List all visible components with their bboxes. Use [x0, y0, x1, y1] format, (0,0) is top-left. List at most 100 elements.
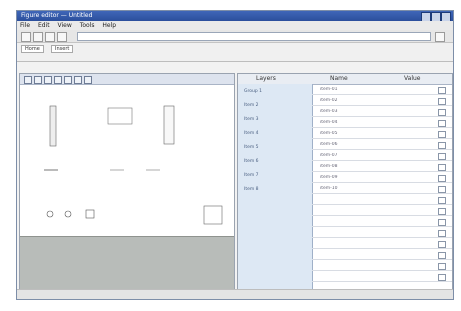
shape-2[interactable] [107, 107, 133, 125]
drawing-toolbar [20, 74, 234, 85]
row-checkbox[interactable] [438, 186, 446, 193]
table-row[interactable] [312, 229, 452, 238]
cell-b [382, 197, 432, 203]
shape-3[interactable] [163, 105, 175, 145]
layer-item[interactable]: Item 2 [244, 102, 310, 110]
row-checkbox[interactable] [438, 164, 446, 171]
menu-tools[interactable]: Tools [77, 21, 98, 30]
menu-view[interactable]: View [55, 21, 75, 30]
ellipse-icon[interactable] [54, 76, 62, 84]
circle-1[interactable] [46, 210, 54, 218]
cell-a [320, 241, 378, 247]
cell-b [382, 98, 432, 104]
cell-b [382, 87, 432, 93]
tab-insert[interactable]: Insert [51, 45, 74, 53]
row-checkbox[interactable] [438, 263, 446, 270]
table-row[interactable] [312, 262, 452, 271]
forward-icon[interactable] [33, 32, 43, 42]
cell-a: item-01 [320, 87, 338, 92]
go-icon[interactable] [435, 32, 445, 42]
print-icon[interactable] [57, 32, 67, 42]
shape-1[interactable] [49, 105, 57, 147]
row-checkbox[interactable] [438, 208, 446, 215]
row-checkbox[interactable] [438, 142, 446, 149]
title-bar: Figure editor — Untitled [17, 11, 453, 22]
cell-a: item-04 [320, 120, 338, 125]
cell-b [382, 230, 432, 236]
cell-b [382, 120, 432, 126]
layers-list: Group 1 Item 2 Item 3 Item 4 Item 5 Item… [238, 84, 313, 289]
ribbon: Home Insert [17, 43, 453, 62]
table-row[interactable]: item-02 [312, 97, 452, 106]
table-pane: Layers Name Value Group 1 Item 2 Item 3 … [237, 73, 453, 290]
row-checkbox[interactable] [438, 98, 446, 105]
table-row[interactable]: item-08 [312, 163, 452, 172]
header-left: Layers [256, 75, 276, 82]
rect-icon[interactable] [44, 76, 52, 84]
menu-edit[interactable]: Edit [35, 21, 53, 30]
row-checkbox[interactable] [438, 175, 446, 182]
cell-b [382, 241, 432, 247]
row-checkbox[interactable] [438, 109, 446, 116]
table-row[interactable] [312, 207, 452, 216]
line-icon[interactable] [34, 76, 42, 84]
pointer-icon[interactable] [24, 76, 32, 84]
cell-b [382, 109, 432, 115]
row-checkbox[interactable] [438, 274, 446, 281]
back-icon[interactable] [21, 32, 31, 42]
zoom-icon[interactable] [84, 76, 92, 84]
table-row[interactable]: item-01 [312, 86, 452, 95]
layer-item[interactable]: Item 3 [244, 116, 310, 124]
table-row[interactable] [312, 251, 452, 260]
row-checkbox[interactable] [438, 120, 446, 127]
row-checkbox[interactable] [438, 241, 446, 248]
layer-item[interactable]: Item 4 [244, 130, 310, 138]
cell-a: item-05 [320, 131, 338, 136]
toolbar [17, 30, 453, 43]
save-icon[interactable] [45, 32, 55, 42]
cell-b [382, 164, 432, 170]
layer-item[interactable]: Group 1 [244, 88, 310, 96]
cell-a: item-03 [320, 109, 338, 114]
layer-item[interactable]: Item 8 [244, 186, 310, 194]
row-checkbox[interactable] [438, 87, 446, 94]
cell-b [382, 153, 432, 159]
cell-a: item-07 [320, 153, 338, 158]
layer-item[interactable]: Item 7 [244, 172, 310, 180]
row-checkbox[interactable] [438, 219, 446, 226]
layer-item[interactable]: Item 5 [244, 144, 310, 152]
tab-home[interactable]: Home [21, 45, 44, 53]
row-checkbox[interactable] [438, 131, 446, 138]
square-1[interactable] [85, 209, 95, 219]
table-row[interactable]: item-07 [312, 152, 452, 161]
table-row[interactable]: item-05 [312, 130, 452, 139]
cell-a [320, 219, 378, 225]
row-checkbox[interactable] [438, 252, 446, 259]
row-checkbox[interactable] [438, 153, 446, 160]
table-row[interactable]: item-06 [312, 141, 452, 150]
cell-b [382, 263, 432, 269]
menu-help[interactable]: Help [99, 21, 119, 30]
table-row[interactable]: item-04 [312, 119, 452, 128]
bottom-right-box[interactable] [203, 205, 223, 225]
table-row[interactable]: item-09 [312, 174, 452, 183]
table-row[interactable] [312, 240, 452, 249]
menu-bar: File Edit View Tools Help [17, 21, 453, 30]
circle-2[interactable] [64, 210, 72, 218]
drawing-canvas[interactable] [22, 86, 232, 234]
fill-icon[interactable] [74, 76, 82, 84]
menu-file[interactable]: File [17, 21, 33, 30]
table-row[interactable] [312, 218, 452, 227]
table-row[interactable] [312, 196, 452, 205]
text-icon[interactable] [64, 76, 72, 84]
row-checkbox[interactable] [438, 230, 446, 237]
header-mid: Name [330, 75, 348, 82]
address-input[interactable] [77, 32, 431, 41]
table-row[interactable]: item-03 [312, 108, 452, 117]
table-row[interactable] [312, 273, 452, 282]
drawing-pane [19, 73, 235, 290]
row-checkbox[interactable] [438, 197, 446, 204]
table-row[interactable]: item-10 [312, 185, 452, 194]
layer-item[interactable]: Item 6 [244, 158, 310, 166]
cell-a: item-09 [320, 175, 338, 180]
